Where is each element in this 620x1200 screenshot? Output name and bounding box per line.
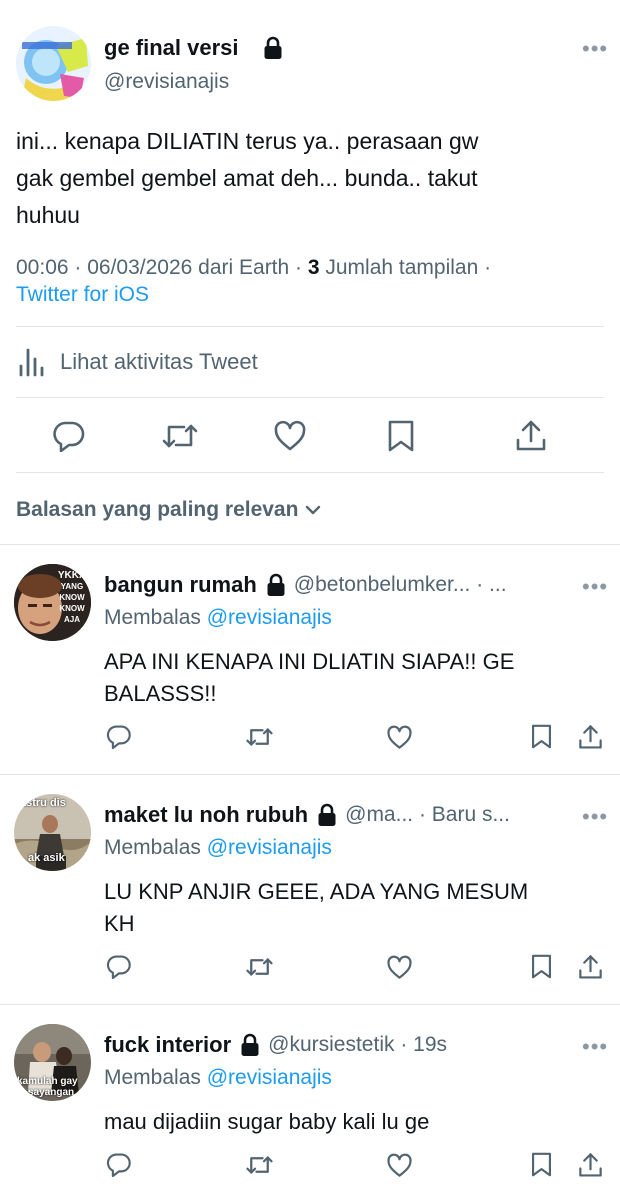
reply-sort-dropdown[interactable]: Balasan yang paling relevan [16,498,322,522]
reply-header: bangun rumah @betonbelumker... · ... [104,572,507,598]
share-icon[interactable] [515,418,547,452]
share-icon[interactable] [578,723,603,750]
replying-handle[interactable]: @revisianajis [207,1066,332,1089]
activity-label: Lihat aktivitas Tweet [60,349,258,374]
tweet-text-line: huhuu [16,202,80,228]
bookmark-icon[interactable] [530,1151,553,1178]
avatar-caption: sayangan [28,1087,75,1098]
reply-avatar[interactable]: astru dis ak asik [14,794,91,871]
avatar-caption: YANG [60,582,84,591]
tweet-text-line: gak gembel gembel amat deh... bunda.. ta… [16,165,478,191]
reply-avatar[interactable]: YKKA YANG KNOW KNOW AJA [14,564,91,641]
reply-author-name[interactable]: maket lu noh rubuh [104,802,308,828]
replying-to: Membalas @revisianajis [104,1066,332,1090]
reply-header: maket lu noh rubuh @ma... · Baru s... [104,802,510,828]
chevron-down-icon [304,501,322,519]
lock-icon [266,573,286,597]
replying-to: Membalas @revisianajis [104,836,332,860]
lock-icon [317,803,337,827]
replying-to: Membalas @revisianajis [104,606,332,630]
author-name[interactable]: ge final versi [104,35,239,61]
reply-icon[interactable] [52,420,86,452]
reply-icon[interactable] [106,954,132,979]
retweet-icon[interactable] [161,420,199,452]
reply-text-line: KH [104,911,135,936]
replying-prefix: Membalas [104,1066,201,1089]
lock-icon [263,36,283,60]
lock-icon [240,1033,260,1057]
reply-text-line: BALASSS!! [104,681,217,706]
tweet-activity-link[interactable]: Lihat aktivitas Tweet [16,346,258,378]
reply-handle-time[interactable]: @betonbelumker... · ... [294,573,507,597]
reply-icon[interactable] [106,1152,132,1177]
tweet-source[interactable]: Twitter for iOS [16,283,149,307]
reply-header: fuck interior @kursiestetik · 19s [104,1032,447,1058]
avatar-caption: astru dis [20,797,66,809]
divider [16,472,604,473]
views-label: Jumlah tampilan · [319,256,492,279]
retweet-icon[interactable] [245,1153,274,1177]
more-options-icon[interactable]: ••• [582,36,608,62]
avatar-caption: kamulah gay [17,1076,78,1087]
like-icon[interactable] [273,420,307,452]
avatar-caption: ak asik [28,852,65,864]
avatar-caption: KNOW [59,604,85,613]
bookmark-icon[interactable] [530,953,553,980]
more-options-icon[interactable]: ••• [582,804,608,830]
divider [0,774,620,775]
reply-text-line: LU KNP ANJIR GEEE, ADA YANG MESUM [104,879,529,904]
tweet-timestamp[interactable]: 00:06 · 06/03/2026 dari Earth · [16,256,308,279]
reply-text: mau dijadiin sugar baby kali lu ge [104,1106,429,1138]
more-options-icon[interactable]: ••• [582,1034,608,1060]
reply-handle-time[interactable]: @kursiestetik · 19s [268,1033,447,1057]
tweet-meta: 00:06 · 06/03/2026 dari Earth · 3 Jumlah… [16,256,491,280]
reply-handle-time[interactable]: @ma... · Baru s... [345,803,510,827]
like-icon[interactable] [386,725,413,750]
divider [16,397,604,398]
share-icon[interactable] [578,1151,603,1178]
bookmark-icon[interactable] [386,419,416,453]
avatar-caption: YKKA [57,570,87,581]
retweet-icon[interactable] [245,955,274,979]
reply-icon[interactable] [106,724,132,749]
share-icon[interactable] [578,953,603,980]
replying-handle[interactable]: @revisianajis [207,606,332,629]
divider [16,326,604,327]
replying-prefix: Membalas [104,606,201,629]
analytics-icon [16,346,48,378]
tweet-text-line: ini... kenapa DILIATIN terus ya.. perasa… [16,128,479,154]
divider [0,544,620,545]
reply-text-line: mau dijadiin sugar baby kali lu ge [104,1109,430,1134]
divider [0,1004,620,1005]
author-handle[interactable]: @revisianajis [104,70,229,94]
tweet-text: ini... kenapa DILIATIN terus ya.. perasa… [16,123,606,234]
reply-author-name[interactable]: bangun rumah [104,572,257,598]
reply-text: LU KNP ANJIR GEEE, ADA YANG MESUM KH [104,876,528,940]
reply-avatar[interactable]: kamulah gay sayangan [14,1024,91,1101]
reply-text: APA INI KENAPA INI DLIATIN SIAPA!! GE BA… [104,646,514,710]
views-count: 3 [307,256,320,279]
like-icon[interactable] [386,955,413,980]
avatar-caption: AJA [63,615,80,624]
bookmark-icon[interactable] [530,723,553,750]
reply-author-name[interactable]: fuck interior [104,1032,231,1058]
more-options-icon[interactable]: ••• [582,574,608,600]
author-avatar[interactable] [16,26,91,101]
avatar-caption: KNOW [59,593,85,602]
replying-handle[interactable]: @revisianajis [207,836,332,859]
like-icon[interactable] [386,1153,413,1178]
retweet-icon[interactable] [245,725,274,749]
sort-label: Balasan yang paling relevan [16,498,299,521]
replying-prefix: Membalas [104,836,201,859]
reply-text-line: APA INI KENAPA INI DLIATIN SIAPA!! GE [104,649,515,674]
